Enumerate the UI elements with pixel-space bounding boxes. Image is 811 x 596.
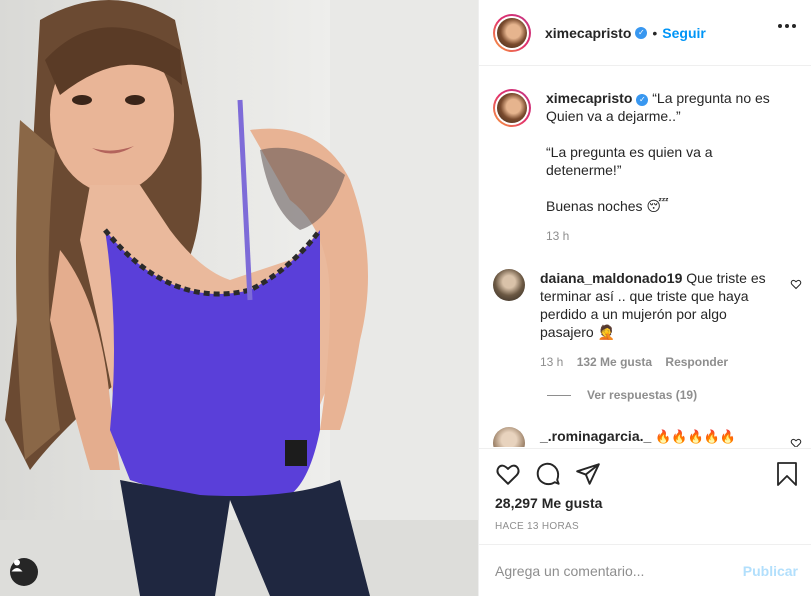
post-actions: 28,297 Me gusta HACE 13 HORAS (479, 448, 811, 544)
comments-list[interactable]: ximecapristo ✓ “La pregunta no es Quien v… (479, 67, 811, 447)
comment-input[interactable] (495, 562, 743, 579)
likes-count[interactable]: 28,297 Me gusta (495, 495, 602, 511)
user-icon (11, 559, 23, 572)
comment-username[interactable]: _.rominagarcia._ (540, 428, 651, 444)
verified-badge-icon: ✓ (636, 94, 649, 106)
view-replies-button[interactable]: Ver respuestas (19) (547, 388, 697, 402)
comment-icon[interactable] (535, 461, 561, 487)
add-comment-bar: Publicar (479, 544, 811, 596)
caption-text-line: Buenas noches 😴 (546, 198, 669, 214)
comment-text-line: perdido a un mujerón por algo (540, 306, 727, 322)
comment: _.rominagarcia._ 🔥🔥🔥🔥🔥 (493, 427, 785, 447)
comment-text-line: terminar así .. que triste que haya (540, 288, 749, 304)
divider-line (547, 394, 571, 396)
comment-username[interactable]: daiana_maldonado19 (540, 270, 682, 286)
caption: ximecapristo ✓ “La pregunta no es Quien v… (493, 89, 791, 245)
share-send-icon[interactable] (575, 461, 601, 487)
author-avatar[interactable] (493, 13, 531, 52)
comment-text: 🔥🔥🔥🔥🔥 (655, 430, 737, 445)
caption-text-line: detenerme!” (546, 162, 622, 178)
comment-text-line: pasajero 🤦 (540, 324, 616, 340)
commenter-avatar[interactable] (493, 427, 525, 447)
commenter-avatar[interactable] (493, 269, 525, 301)
reply-button[interactable]: Responder (665, 355, 728, 369)
save-bookmark-icon[interactable] (775, 461, 799, 487)
more-options-icon[interactable] (778, 24, 796, 28)
photo-illustration (0, 0, 478, 596)
view-replies-label: Ver respuestas (19) (587, 388, 698, 402)
caption-username[interactable]: ximecapristo (546, 90, 632, 106)
comment-text: Que triste es (686, 270, 766, 286)
publish-button[interactable]: Publicar (743, 563, 798, 579)
author-username[interactable]: ximecapristo (545, 25, 631, 41)
follow-button[interactable]: Seguir (662, 25, 706, 41)
like-heart-icon[interactable] (495, 461, 521, 487)
like-comment-heart-icon[interactable] (790, 437, 802, 447)
post-side-panel: ximecapristo ✓ • Seguir ximecapristo ✓ “L… (478, 0, 811, 596)
caption-avatar[interactable] (493, 89, 531, 127)
post-photo[interactable] (0, 0, 478, 596)
caption-time[interactable]: 13 h (546, 229, 569, 243)
comment-likes[interactable]: 132 Me gusta (577, 355, 652, 369)
separator-dot: • (652, 24, 658, 41)
verified-badge-icon: ✓ (635, 26, 648, 39)
avatar-image (497, 17, 527, 48)
post-timestamp[interactable]: HACE 13 HORAS (495, 521, 579, 532)
caption-text-line: “La pregunta es quien va a (546, 144, 713, 160)
caption-text-line: Quien va a dejarme..” (546, 108, 681, 124)
caption-text-line: “La pregunta no es (652, 90, 770, 106)
like-comment-heart-icon[interactable] (790, 278, 802, 290)
comment: daiana_maldonado19 Que triste es termina… (493, 269, 785, 371)
tag-people-button[interactable] (10, 558, 38, 586)
post-header: ximecapristo ✓ • Seguir (479, 0, 811, 66)
comment-time[interactable]: 13 h (540, 355, 563, 369)
